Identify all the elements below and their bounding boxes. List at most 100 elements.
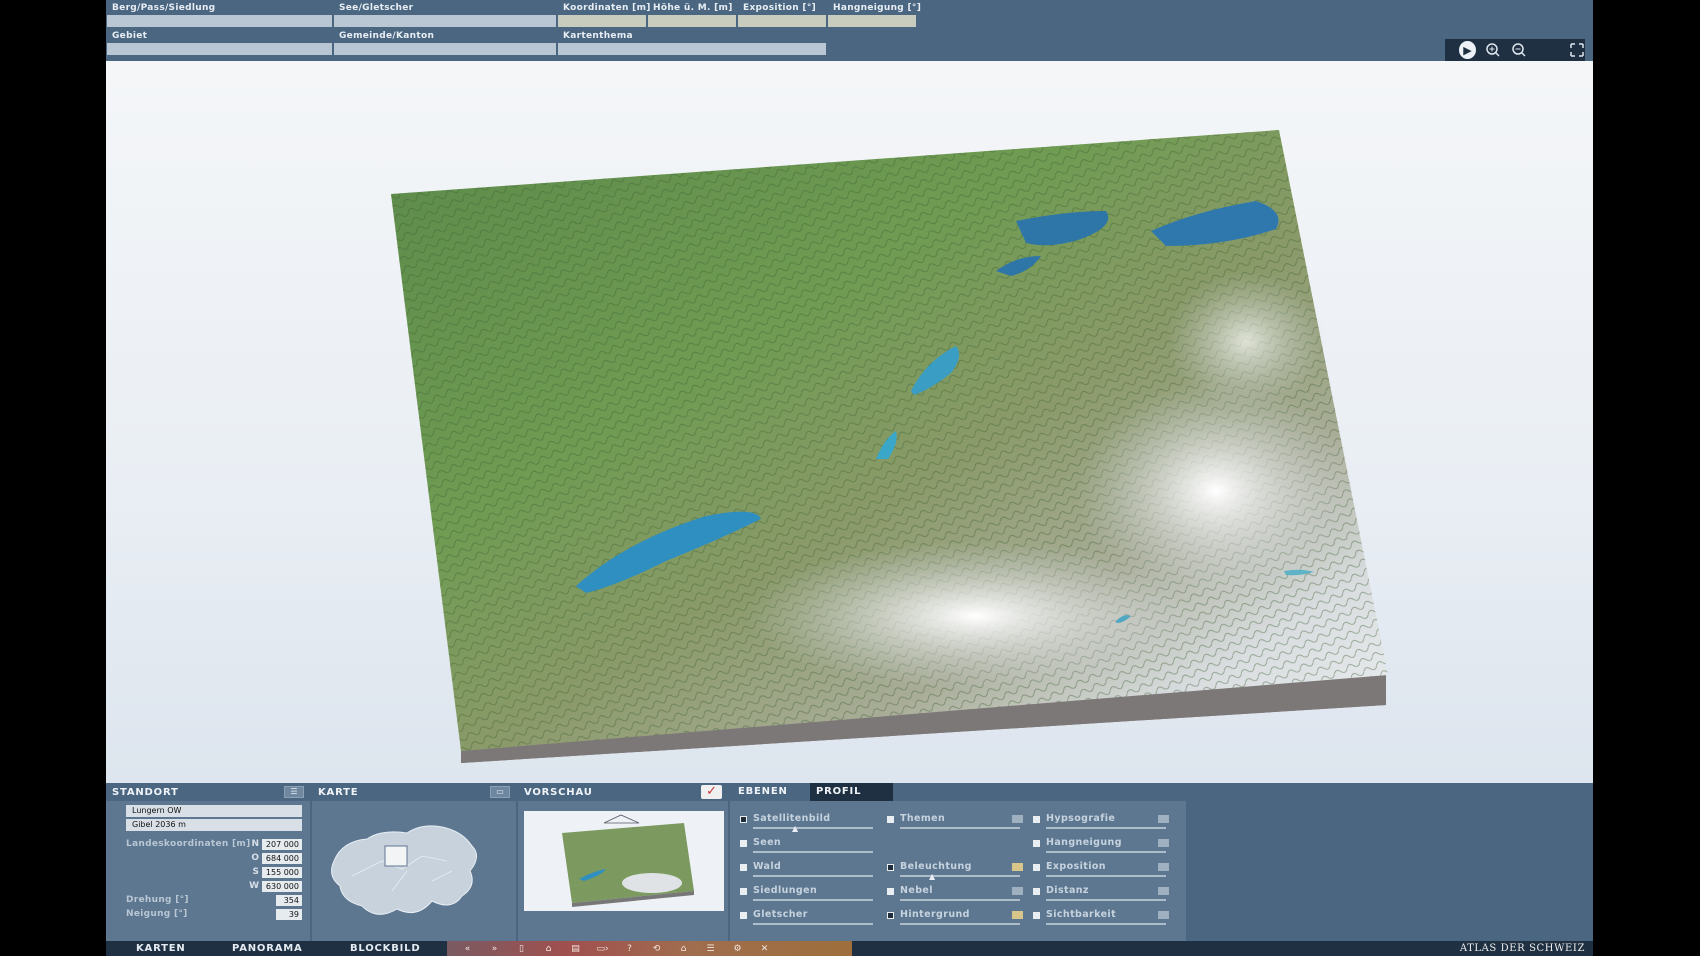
- layer-beleuchtung[interactable]: Beleuchtung ▲: [887, 861, 1023, 883]
- label: Koordinaten [m]: [563, 3, 651, 13]
- color-swatch[interactable]: [1012, 911, 1023, 919]
- checkbox[interactable]: [887, 816, 894, 823]
- label: Kartenthema: [563, 31, 633, 41]
- checkbox[interactable]: [740, 888, 747, 895]
- home-icon[interactable]: ⌂: [671, 944, 696, 954]
- switzerland-overview-map[interactable]: [312, 801, 516, 941]
- preview-terrain: [562, 823, 694, 903]
- list-icon[interactable]: ☰: [284, 786, 304, 798]
- preview-thumbnail[interactable]: [524, 811, 724, 911]
- vorschau-header: VORSCHAU ✓: [518, 783, 728, 801]
- color-swatch[interactable]: [1158, 839, 1169, 847]
- layer-sichtbarkeit[interactable]: Sichtbarkeit: [1033, 909, 1169, 931]
- back-icon[interactable]: «: [455, 944, 480, 954]
- block-diagram-viewport[interactable]: [106, 61, 1593, 783]
- field-exposition: Exposition [°]: [737, 2, 827, 27]
- value-box[interactable]: [107, 15, 332, 27]
- list-icon[interactable]: ☰: [698, 944, 723, 954]
- checkbox[interactable]: [887, 864, 894, 871]
- drehung-input[interactable]: 354: [276, 894, 302, 906]
- karte-header: KARTE ▭: [312, 783, 516, 801]
- forward-icon[interactable]: »: [482, 944, 507, 954]
- layer-nebel[interactable]: Nebel: [887, 885, 1023, 907]
- checkbox[interactable]: [740, 864, 747, 871]
- coord-input[interactable]: 684 000: [262, 852, 302, 864]
- tab-panorama[interactable]: PANORAMA: [232, 941, 303, 956]
- coord-o: O 684 000: [126, 851, 302, 865]
- print-icon[interactable]: ▤: [563, 944, 588, 954]
- check-icon[interactable]: ✓: [701, 785, 722, 799]
- layer-satellitenbild[interactable]: Satellitenbild ▲: [740, 813, 876, 835]
- tab-karten[interactable]: KARTEN: [136, 941, 186, 956]
- label: See/Gletscher: [339, 3, 414, 13]
- checkbox[interactable]: [740, 840, 747, 847]
- layer-seen[interactable]: Seen: [740, 837, 876, 859]
- value-box[interactable]: [558, 43, 826, 55]
- layer-hangneigung[interactable]: Hangneigung: [1033, 837, 1169, 859]
- action-toolbar: « » ▯ ⌂ ▤ ▭› ? ⟲ ⌂ ☰ ⚙ ✕: [447, 941, 852, 956]
- drehung-label: Drehung [°]: [126, 895, 189, 905]
- layer-hypsografie[interactable]: Hypsografie: [1033, 813, 1169, 835]
- tab-blockbild[interactable]: BLOCKBILD: [350, 941, 420, 956]
- tab-profil[interactable]: PROFIL: [810, 783, 893, 801]
- field-gebiet: Gebiet: [106, 30, 333, 55]
- coord-input[interactable]: 155 000: [262, 866, 302, 878]
- checkbox[interactable]: [887, 888, 894, 895]
- lock-icon[interactable]: ⌂: [536, 944, 561, 954]
- layer-distanz[interactable]: Distanz: [1033, 885, 1169, 907]
- checkbox[interactable]: [1033, 840, 1040, 847]
- value-box[interactable]: [558, 15, 646, 27]
- zoom-in-icon[interactable]: [1485, 41, 1502, 59]
- view-extent-marker[interactable]: [384, 845, 408, 867]
- bookmark-icon[interactable]: ▯: [509, 944, 534, 954]
- field-berg: Berg/Pass/Siedlung: [106, 2, 333, 27]
- layer-wald[interactable]: Wald: [740, 861, 876, 883]
- checkbox[interactable]: [887, 912, 894, 919]
- color-swatch[interactable]: [1158, 911, 1169, 919]
- camera-marker: [603, 814, 640, 824]
- zoom-out-icon[interactable]: [1511, 41, 1528, 59]
- neigung-input[interactable]: 39: [276, 908, 302, 920]
- checkbox[interactable]: [1033, 912, 1040, 919]
- rotate-icon[interactable]: ⟲: [644, 944, 669, 954]
- value-box[interactable]: [648, 15, 736, 27]
- color-swatch[interactable]: [1158, 887, 1169, 895]
- layer-siedlungen[interactable]: Siedlungen: [740, 885, 876, 907]
- coord-input[interactable]: 207 000: [262, 838, 302, 850]
- color-swatch[interactable]: [1158, 863, 1169, 871]
- checkbox[interactable]: [1033, 816, 1040, 823]
- checkbox[interactable]: [740, 912, 747, 919]
- terrain-block[interactable]: [106, 61, 1593, 783]
- value-box[interactable]: [334, 15, 556, 27]
- coord-input[interactable]: 630 000: [262, 880, 302, 892]
- color-swatch[interactable]: [1158, 815, 1169, 823]
- layer-themen[interactable]: Themen: [887, 813, 1023, 835]
- color-swatch[interactable]: [1012, 887, 1023, 895]
- help-icon[interactable]: ?: [617, 944, 642, 954]
- value-box[interactable]: [828, 15, 916, 27]
- layer-exposition[interactable]: Exposition: [1033, 861, 1169, 883]
- label: Berg/Pass/Siedlung: [112, 3, 216, 13]
- value-box[interactable]: [334, 43, 556, 55]
- checkbox[interactable]: [1033, 888, 1040, 895]
- alpine-snow-east: [1076, 381, 1356, 601]
- checkbox[interactable]: [1033, 864, 1040, 871]
- fullscreen-icon[interactable]: [1568, 41, 1585, 59]
- layer-hintergrund[interactable]: Hintergrund: [887, 909, 1023, 931]
- settings-icon[interactable]: ⚙: [725, 944, 750, 954]
- standort-panel: STANDORT ☰ Lungern OW Gibel 2036 m Lande…: [106, 783, 310, 941]
- close-icon[interactable]: ✕: [752, 944, 777, 954]
- tab-ebenen[interactable]: EBENEN: [730, 783, 810, 801]
- checkbox[interactable]: [740, 816, 747, 823]
- map-icon[interactable]: ▭: [490, 786, 510, 798]
- play-icon[interactable]: ▶: [1459, 41, 1476, 59]
- value-box[interactable]: [107, 43, 332, 55]
- place-field[interactable]: Lungern OW: [126, 805, 302, 817]
- color-swatch[interactable]: [1012, 815, 1023, 823]
- neigung-label: Neigung [°]: [126, 909, 188, 919]
- export-icon[interactable]: ▭›: [590, 944, 615, 954]
- layer-gletscher[interactable]: Gletscher: [740, 909, 876, 931]
- value-box[interactable]: [738, 15, 826, 27]
- peak-field[interactable]: Gibel 2036 m: [126, 819, 302, 831]
- color-swatch[interactable]: [1012, 863, 1023, 871]
